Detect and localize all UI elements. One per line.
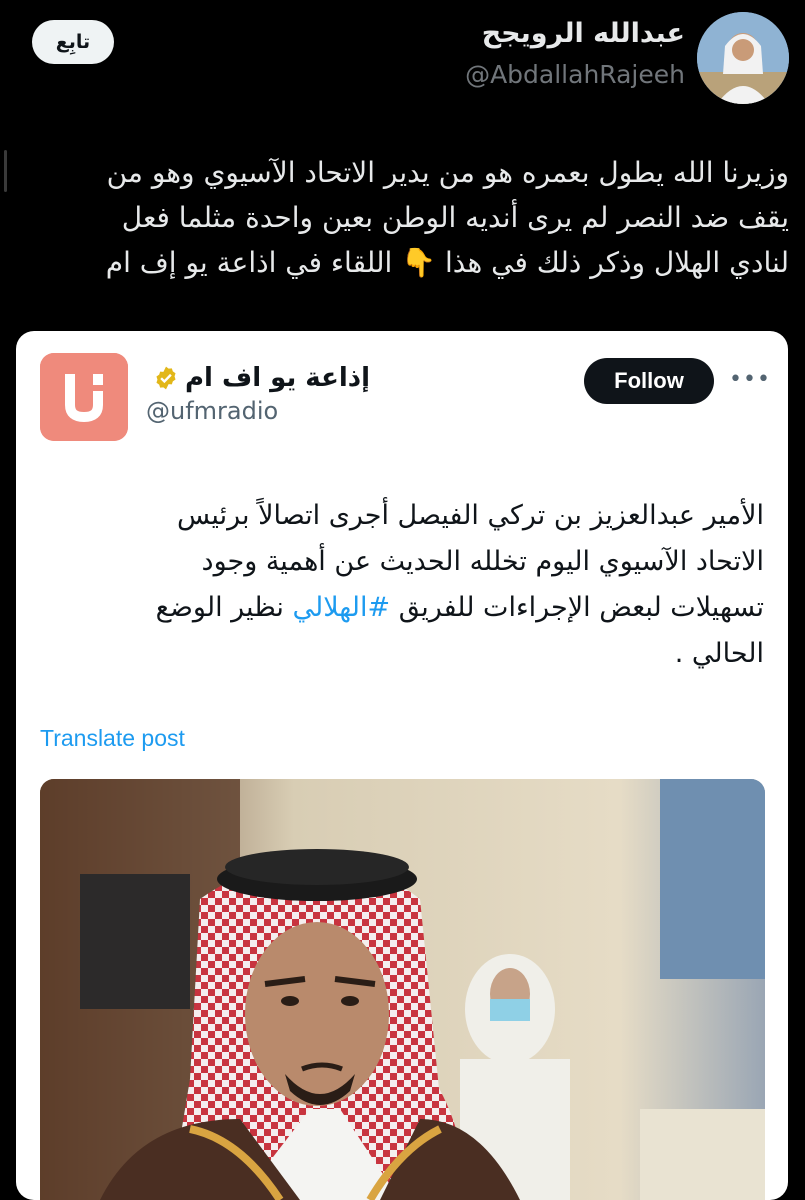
author-avatar[interactable]	[697, 12, 789, 104]
author-handle[interactable]: @AbdallahRajeeh	[465, 60, 685, 89]
ufm-logo-avatar[interactable]	[40, 353, 128, 441]
quoted-line: تسهيلات لبعض الإجراءات للفريق #الهلالي ن…	[36, 585, 764, 631]
quoted-line: الحالي .	[674, 638, 764, 669]
quoted-line: الاتحاد الآسيوي اليوم تخلله الحديث عن أه…	[201, 546, 764, 577]
quoted-tweet-body: الأمير عبدالعزيز بن تركي الفيصل أجرى اتص…	[36, 493, 764, 677]
quoted-author-name[interactable]: إذاعة يو اف ام	[153, 363, 370, 393]
quoted-author-handle[interactable]: @ufmradio	[146, 397, 278, 425]
author-name[interactable]: عبدالله الرويجح	[482, 18, 685, 49]
quoted-tweet-card[interactable]: إذاعة يو اف ام @ufmradio Follow ••• الأم…	[16, 331, 788, 1200]
follow-button[interactable]: تابِع	[32, 20, 114, 64]
quoted-line: الأمير عبدالعزيز بن تركي الفيصل أجرى اتص…	[177, 500, 764, 531]
quoted-line-part: تسهيلات لبعض الإجراءات للفريق	[390, 592, 764, 623]
tweet-line: يقف ضد النصر لم يرى أنديه الوطن بعين واح…	[121, 201, 789, 234]
tweet-line: وزيرنا الله يطول بعمره هو من يدير الاتحا…	[106, 156, 789, 189]
quoted-author-name-text: إذاعة يو اف ام	[185, 363, 370, 393]
more-options-icon[interactable]: •••	[729, 367, 770, 392]
follow-button-quoted[interactable]: Follow	[584, 358, 714, 404]
scroll-indicator	[4, 150, 7, 192]
tweet-photo[interactable]	[40, 779, 765, 1200]
hashtag-link[interactable]: #الهلالي	[292, 592, 390, 623]
tweet-line: لنادي الهلال وذكر ذلك في هذا 👇 اللقاء في…	[105, 246, 789, 279]
quoted-line-part: نظير الوضع	[155, 592, 293, 623]
translate-post-link[interactable]: Translate post	[40, 725, 185, 752]
verified-badge-icon	[156, 366, 176, 390]
tweet-body: وزيرنا الله يطول بعمره هو من يدير الاتحا…	[29, 150, 789, 285]
